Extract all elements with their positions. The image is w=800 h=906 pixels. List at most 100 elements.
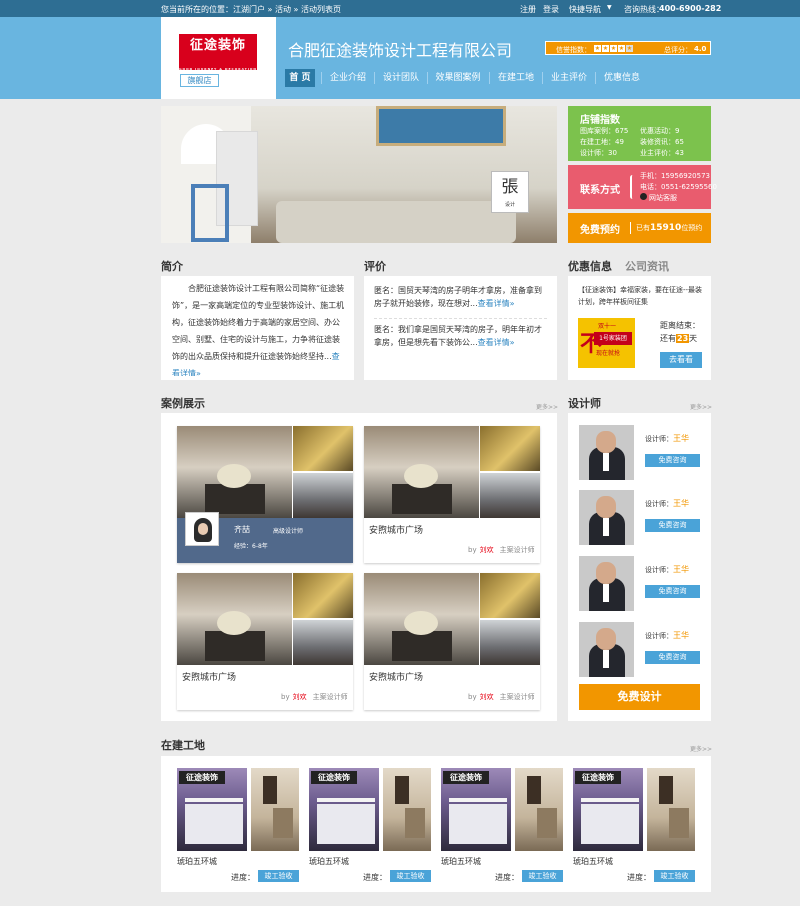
case-photo-thumb[interactable] bbox=[293, 573, 353, 618]
site-photo-thumb[interactable] bbox=[515, 768, 563, 851]
review-more-link[interactable]: 查看详情 bbox=[478, 299, 510, 308]
nav-sites[interactable]: 在建工地 bbox=[496, 69, 536, 87]
case-photo-main[interactable] bbox=[364, 573, 479, 665]
designers-more-link[interactable]: 更多>> bbox=[690, 402, 712, 411]
site-photo[interactable]: 征途装饰 bbox=[177, 768, 247, 851]
wall-photo bbox=[376, 106, 506, 146]
breadcrumb: 您当前所在的位置：江湖门户 » 活动 » 活动列表页 bbox=[161, 5, 341, 14]
qq-service-link[interactable]: 网站客服 bbox=[640, 193, 717, 204]
nav-home[interactable]: 首 页 bbox=[285, 69, 315, 87]
consult-button[interactable]: 免费咨询 bbox=[645, 519, 700, 532]
chevron-down-icon: ▼ bbox=[607, 4, 612, 11]
free-design-button[interactable]: 免费设计 bbox=[579, 684, 700, 710]
cases-more-link[interactable]: 更多>> bbox=[536, 402, 558, 411]
designer-photo[interactable] bbox=[579, 425, 634, 480]
site-name[interactable]: 琥珀五环城 bbox=[177, 856, 217, 867]
intro-title: 简介 bbox=[161, 260, 183, 273]
consult-button[interactable]: 免费咨询 bbox=[645, 651, 700, 664]
site-status-badge: 竣工验收 bbox=[390, 870, 431, 882]
site-photo-thumb[interactable] bbox=[647, 768, 695, 851]
promo-text[interactable]: 【征途装饰】幸福家装，要在征途--最装计划，跨年样板间征集 bbox=[578, 284, 703, 308]
site-photo-logo: 征途装饰 bbox=[443, 771, 489, 784]
designer-photo[interactable] bbox=[579, 556, 634, 611]
case-card[interactable]: 安煦城市广场 by 刘欢 主案设计师 bbox=[177, 573, 353, 710]
contact-box: 联系方式 手机：15956920573 电话：0551-62595560 网站客… bbox=[568, 165, 717, 209]
site-status-badge: 竣工验收 bbox=[654, 870, 695, 882]
case-author-link[interactable]: 刘欢 bbox=[480, 693, 494, 701]
site-photo-thumb[interactable] bbox=[251, 768, 299, 851]
case-photo-thumb[interactable] bbox=[293, 473, 353, 518]
sites-more-link[interactable]: 更多>> bbox=[690, 744, 712, 753]
designer-name: 齐喆 bbox=[234, 525, 250, 534]
case-author: by刘欢主案设计师 bbox=[468, 693, 535, 701]
case-photo-thumb[interactable] bbox=[293, 426, 353, 471]
case-author-link[interactable]: 刘欢 bbox=[480, 546, 494, 554]
nav-promotions[interactable]: 优惠信息 bbox=[602, 69, 642, 87]
register-link[interactable]: 注册 bbox=[520, 4, 536, 15]
tab-promotions[interactable]: 优惠信息 bbox=[568, 258, 612, 274]
star-icon: ★ bbox=[602, 45, 609, 52]
designer-name[interactable]: 王华 bbox=[673, 434, 689, 443]
case-title[interactable]: 安煦城市广场 bbox=[182, 670, 236, 683]
case-photo-main[interactable] bbox=[364, 426, 479, 518]
rating-label: 信誉指数： bbox=[556, 46, 591, 54]
designer-name[interactable]: 王华 bbox=[673, 565, 689, 574]
designer-label: 设计师：王华 bbox=[645, 434, 689, 443]
site-photo-thumb[interactable] bbox=[383, 768, 431, 851]
designer-photo[interactable] bbox=[579, 622, 634, 677]
nav-cases[interactable]: 效果图案例 bbox=[433, 69, 483, 87]
site-photo-logo: 征途装饰 bbox=[311, 771, 357, 784]
promo-card: 【征途装饰】幸福家装，要在征途--最装计划，跨年样板间征集 不 双十一 1号家装… bbox=[568, 276, 711, 380]
site-name[interactable]: 琥珀五环城 bbox=[441, 856, 481, 867]
tab-company-news[interactable]: 公司资讯 bbox=[625, 258, 669, 274]
case-hover-overlay[interactable]: 齐喆 高级设计师 经验：6-8年 bbox=[177, 512, 353, 563]
review-more-link[interactable]: 查看详情 bbox=[478, 338, 510, 347]
case-photo-main[interactable] bbox=[177, 573, 292, 665]
designer-name[interactable]: 王华 bbox=[673, 631, 689, 640]
double-chevron-icon: » bbox=[196, 369, 201, 376]
qq-icon bbox=[640, 193, 647, 200]
site-name[interactable]: 琥珀五环城 bbox=[309, 856, 349, 867]
case-photo-thumb[interactable] bbox=[480, 426, 540, 471]
consult-button[interactable]: 免费咨询 bbox=[645, 454, 700, 467]
case-author-link[interactable]: 刘欢 bbox=[293, 693, 307, 701]
reviews-card: 匿名：国贸天琴湾的房子明年才拿房，准备拿到房子就开始装修，现在想对...查看详情… bbox=[364, 276, 557, 380]
designer-photo[interactable] bbox=[579, 490, 634, 545]
logo-box: 征途装饰 GOOD JOURNEY & DECORATION 旗舰店 bbox=[161, 17, 276, 99]
blue-chair bbox=[191, 184, 229, 242]
hero-banner[interactable]: 張设计 bbox=[161, 106, 557, 243]
site-progress-label: 进度： bbox=[495, 873, 519, 882]
nav-design-team[interactable]: 设计团队 bbox=[381, 69, 421, 87]
promo-image[interactable]: 不 双十一 1号家装团 现在就抢 bbox=[578, 318, 635, 368]
sofa bbox=[276, 201, 516, 243]
case-author: by刘欢主案设计师 bbox=[281, 693, 348, 701]
case-title[interactable]: 安煦城市广场 bbox=[369, 670, 423, 683]
case-card[interactable]: 安煦城市广场by刘欢主案设计师齐喆高级设计师经验：6-8年 bbox=[177, 426, 353, 563]
designer-name[interactable]: 王华 bbox=[673, 499, 689, 508]
case-photo-thumb[interactable] bbox=[480, 573, 540, 618]
login-link[interactable]: 登录 bbox=[543, 4, 559, 15]
view-promo-button[interactable]: 去看看 bbox=[660, 352, 702, 368]
hero-stamp: 張设计 bbox=[491, 171, 529, 213]
designer-experience: 经验：6-8年 bbox=[234, 543, 268, 550]
stat-sites: 在建工地：49 bbox=[580, 138, 624, 146]
site-photo[interactable]: 征途装饰 bbox=[309, 768, 379, 851]
site-name[interactable]: 琥珀五环城 bbox=[573, 856, 613, 867]
nav-reviews[interactable]: 业主评价 bbox=[549, 69, 589, 87]
company-name: 合肥征途装饰设计工程有限公司 bbox=[288, 41, 513, 60]
quick-nav-link[interactable]: 快捷导航 bbox=[569, 4, 601, 15]
case-card[interactable]: 安煦城市广场 by 刘欢 主案设计师 bbox=[364, 573, 540, 710]
booking-title: 免费预约 bbox=[580, 225, 620, 236]
booking-box[interactable]: 免费预约 已有15910位预约 bbox=[568, 213, 711, 243]
shop-logo[interactable]: 征途装饰 GOOD JOURNEY & DECORATION bbox=[179, 34, 257, 71]
case-photo-thumb[interactable] bbox=[480, 473, 540, 518]
case-photo-thumb[interactable] bbox=[293, 620, 353, 665]
site-photo[interactable]: 征途装饰 bbox=[573, 768, 643, 851]
case-photo-thumb[interactable] bbox=[480, 620, 540, 665]
case-title[interactable]: 安煦城市广场 bbox=[369, 523, 423, 536]
nav-company-intro[interactable]: 企业介绍 bbox=[328, 69, 368, 87]
consult-button[interactable]: 免费咨询 bbox=[645, 585, 700, 598]
case-photo-main[interactable] bbox=[177, 426, 292, 518]
case-card[interactable]: 安煦城市广场 by 刘欢 主案设计师 bbox=[364, 426, 540, 563]
site-photo[interactable]: 征途装饰 bbox=[441, 768, 511, 851]
